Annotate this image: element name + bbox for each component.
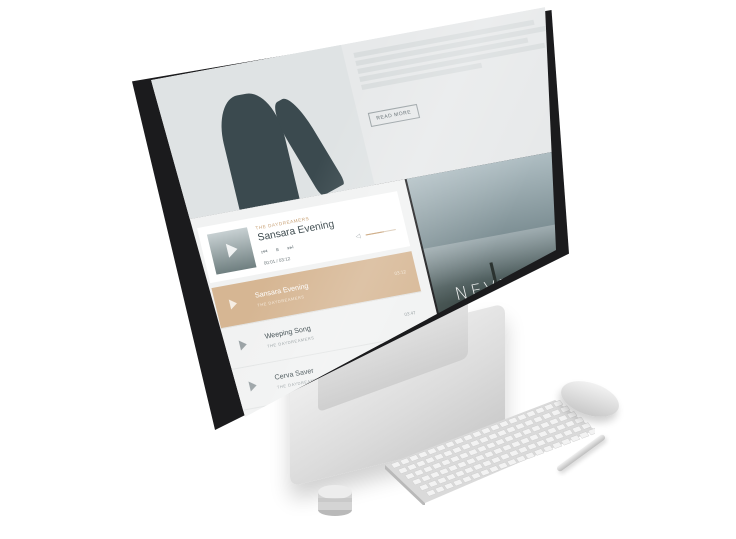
track-duration: 02:56 — [413, 351, 427, 359]
hero-text — [353, 16, 556, 90]
track-duration: 03:12 — [393, 269, 407, 277]
play-icon[interactable] — [228, 298, 239, 310]
monitor: READ MORE THE DAYDREAMERS Sansara Evenin… — [0, 0, 736, 539]
play-icon[interactable] — [238, 339, 248, 351]
surface-dial[interactable] — [316, 478, 354, 518]
track-duration: 03:47 — [403, 310, 417, 318]
play-icon[interactable] — [248, 380, 258, 392]
playback-controls[interactable]: ⏮ ⏸ ⏭ — [261, 243, 298, 257]
sky-haze — [423, 213, 556, 289]
volume-fill — [365, 231, 384, 236]
screen: READ MORE THE DAYDREAMERS Sansara Evenin… — [151, 7, 556, 417]
volume-icon[interactable]: ◁ — [355, 233, 361, 241]
keyboard[interactable] — [385, 395, 595, 505]
play-icon — [225, 241, 240, 258]
now-playing-thumbnail[interactable] — [206, 227, 257, 275]
playback-time: 00:01 / 03:12 — [263, 255, 291, 266]
read-more-button[interactable]: READ MORE — [367, 103, 420, 127]
album-cover: NEVERMORE THE DAYDREAMERS — [406, 143, 556, 359]
volume-slider[interactable] — [365, 229, 396, 236]
